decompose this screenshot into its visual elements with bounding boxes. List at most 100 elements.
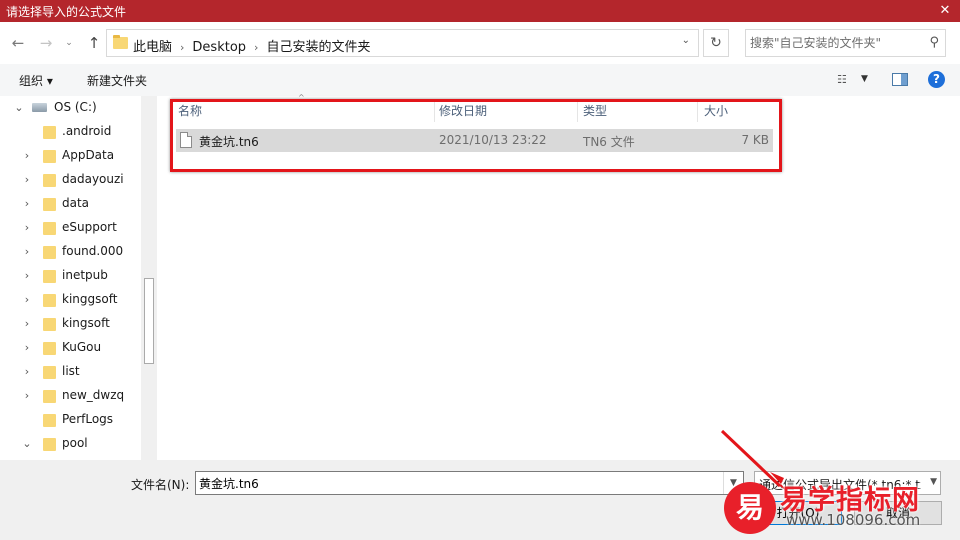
folder-icon <box>43 438 56 451</box>
dialog-footer: 文件名(N): ▼ 通达信公式导出文件(*.tn6;*.txt) ▼ 打开(O)… <box>0 460 960 540</box>
chevron-right-icon[interactable]: › <box>22 197 32 210</box>
filename-input[interactable] <box>199 474 719 492</box>
navigation-bar: ← → ⌄ ↑ 此电脑 › Desktop › 自己安装的文件夹 ⌄ ↻ ⚲ <box>0 22 960 64</box>
tree-item-label: new_dwzq <box>62 388 125 402</box>
chevron-right-icon[interactable]: › <box>22 365 32 378</box>
help-icon[interactable]: ? <box>928 71 945 88</box>
tree-item-folder[interactable]: › kinggsoft <box>0 288 140 312</box>
breadcrumb: 此电脑 › Desktop › 自己安装的文件夹 <box>133 36 370 55</box>
navigation-scrollbar[interactable] <box>141 96 157 460</box>
forward-arrow-icon[interactable]: → <box>36 32 56 54</box>
breadcrumb-item-folder[interactable]: 自己安装的文件夹 <box>266 40 370 55</box>
tree-item-folder[interactable]: › data <box>0 192 140 216</box>
tree-item-folder[interactable]: › found.000 <box>0 240 140 264</box>
tree-item-label: eSupport <box>62 220 117 234</box>
up-arrow-icon[interactable]: ↑ <box>84 32 104 54</box>
view-options-icon[interactable]: ☷ <box>837 73 847 86</box>
back-arrow-icon[interactable]: ← <box>8 32 28 54</box>
view-dropdown-icon[interactable]: ▼ <box>861 74 868 84</box>
breadcrumb-item-desktop[interactable]: Desktop <box>192 40 246 55</box>
filename-dropdown-icon[interactable]: ▼ <box>723 472 743 494</box>
filename-label: 文件名(N): <box>131 478 190 492</box>
file-type-filter-value: 通达信公式导出文件(*.tn6;*.txt) <box>759 478 921 492</box>
folder-icon <box>43 270 56 283</box>
drive-icon <box>32 103 47 112</box>
folder-icon <box>43 198 56 211</box>
tree-item-label: list <box>62 364 80 378</box>
navigation-pane: ⌄ OS (C:) .android › AppData › dadayouzi › dat… <box>0 96 157 460</box>
tree-item-folder[interactable]: › new_dwzq <box>0 384 140 408</box>
search-icon[interactable]: ⚲ <box>929 35 939 50</box>
organize-menu-button[interactable]: 组织 ▾ <box>19 72 53 89</box>
scrollbar-thumb[interactable] <box>144 278 154 364</box>
search-box[interactable]: ⚲ <box>745 29 946 57</box>
tree-item-folder[interactable]: PerfLogs <box>0 408 140 432</box>
tree-item-label: PerfLogs <box>62 412 114 426</box>
new-folder-button[interactable]: 新建文件夹 <box>87 72 147 89</box>
breadcrumb-separator-icon[interactable]: › <box>180 41 184 54</box>
refresh-icon[interactable]: ↻ <box>703 29 729 57</box>
address-bar[interactable]: 此电脑 › Desktop › 自己安装的文件夹 ⌄ <box>106 29 699 57</box>
folder-icon <box>43 390 56 403</box>
tree-item-folder[interactable]: ⌄ pool <box>0 432 140 456</box>
window-title: 请选择导入的公式文件 <box>6 5 127 19</box>
chevron-down-icon[interactable]: ⌄ <box>14 101 24 114</box>
tree-item-label: found.000 <box>62 244 124 258</box>
chevron-right-icon[interactable]: › <box>22 317 32 330</box>
tree-item-label: kingsoft <box>62 316 110 330</box>
title-bar: 请选择导入的公式文件 ✕ <box>0 0 960 22</box>
folder-icon <box>43 222 56 235</box>
close-icon[interactable]: ✕ <box>930 0 960 22</box>
tree-item-folder[interactable]: › list <box>0 360 140 384</box>
command-toolbar: 组织 ▾ 新建文件夹 ☷ ▼ ? <box>0 64 960 96</box>
tree-item-label: pool <box>62 436 88 450</box>
tree-item-os-drive[interactable]: ⌄ OS (C:) <box>0 96 140 120</box>
search-input[interactable] <box>750 33 918 53</box>
chevron-right-icon[interactable]: › <box>22 245 32 258</box>
tree-item-folder[interactable]: › inetpub <box>0 264 140 288</box>
cancel-button[interactable]: 取消 <box>854 501 942 525</box>
highlight-box <box>170 99 782 172</box>
preview-pane-icon[interactable] <box>892 73 908 86</box>
tree-item-folder[interactable]: › kingsoft <box>0 312 140 336</box>
chevron-right-icon[interactable]: › <box>22 389 32 402</box>
open-button[interactable]: 打开(O) <box>754 501 842 525</box>
file-list: ^ 名称 修改日期 类型 大小 黄金坑.tn6 2021/10/13 23:22… <box>157 93 960 460</box>
tree-item-label: AppData <box>62 148 115 162</box>
folder-icon <box>43 150 56 163</box>
breadcrumb-item-this-pc[interactable]: 此电脑 <box>133 40 172 55</box>
tree-item-label: dadayouzi <box>62 172 124 186</box>
folder-icon <box>43 126 56 139</box>
filename-field[interactable]: ▼ <box>195 471 744 495</box>
folder-icon <box>43 414 56 427</box>
filter-dropdown-icon[interactable]: ▼ <box>930 477 937 487</box>
chevron-right-icon[interactable]: › <box>22 341 32 354</box>
file-type-filter-select[interactable]: 通达信公式导出文件(*.tn6;*.txt) ▼ <box>754 471 941 495</box>
folder-icon <box>43 294 56 307</box>
tree-item-label: kinggsoft <box>62 292 118 306</box>
chevron-right-icon[interactable]: › <box>22 173 32 186</box>
tree-item-label: KuGou <box>62 340 102 354</box>
tree-item-folder[interactable]: › eSupport <box>0 216 140 240</box>
tree-item-label: .android <box>62 124 112 138</box>
folder-icon <box>43 366 56 379</box>
chevron-right-icon[interactable]: › <box>22 269 32 282</box>
tree-item-folder[interactable]: › AppData <box>0 144 140 168</box>
folder-icon <box>43 318 56 331</box>
folder-icon <box>43 246 56 259</box>
tree-item-label: data <box>62 196 90 210</box>
tree-item-folder[interactable]: › KuGou <box>0 336 140 360</box>
folder-icon <box>113 35 128 49</box>
tree-item-folder[interactable]: › dadayouzi <box>0 168 140 192</box>
chevron-right-icon[interactable]: › <box>22 221 32 234</box>
address-dropdown-icon[interactable]: ⌄ <box>682 35 690 46</box>
tree-item-label: OS (C:) <box>54 100 97 114</box>
recent-locations-chevron-icon[interactable]: ⌄ <box>62 32 76 54</box>
tree-item-label: inetpub <box>62 268 108 282</box>
breadcrumb-separator-icon[interactable]: › <box>254 41 258 54</box>
tree-item-folder[interactable]: .android <box>0 120 140 144</box>
chevron-down-icon[interactable]: ⌄ <box>22 437 32 450</box>
folder-icon <box>43 342 56 355</box>
chevron-right-icon[interactable]: › <box>22 293 32 306</box>
chevron-right-icon[interactable]: › <box>22 149 32 162</box>
